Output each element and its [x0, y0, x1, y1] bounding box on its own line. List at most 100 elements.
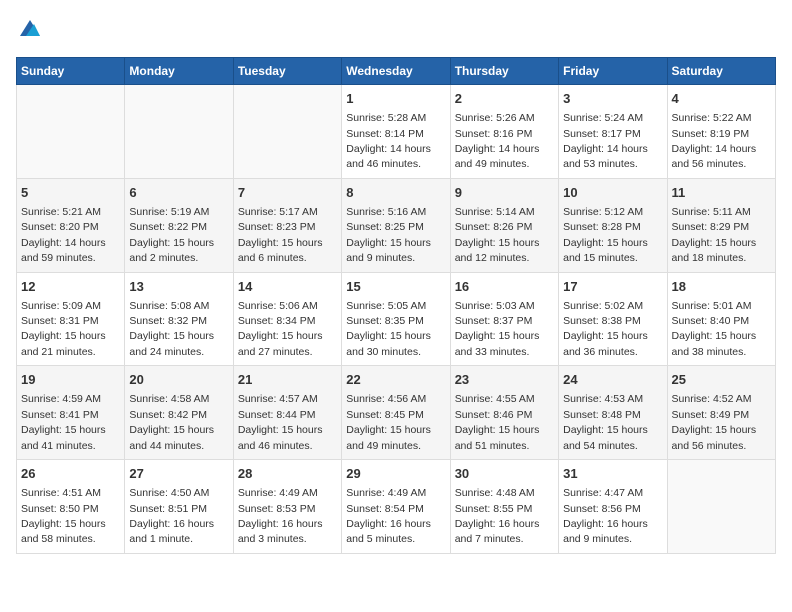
- calendar-cell: 1Sunrise: 5:28 AM Sunset: 8:14 PM Daylig…: [342, 85, 450, 179]
- calendar-cell: 30 Sunrise: 4:48 AM Sunset: 8:55 PM Dayli…: [450, 460, 558, 554]
- day-number: 19: [21, 371, 120, 389]
- calendar-cell: 29 Sunrise: 4:49 AM Sunset: 8:54 PM Dayli…: [342, 460, 450, 554]
- day-info: Sunrise: 5:09 AM Sunset: 8:31 PM Dayligh…: [21, 300, 106, 358]
- calendar-cell: 5 Sunrise: 5:21 AM Sunset: 8:20 PM Daylig…: [17, 178, 125, 272]
- calendar-week-row: 1Sunrise: 5:28 AM Sunset: 8:14 PM Daylig…: [17, 85, 776, 179]
- day-info: Sunrise: 5:02 AM Sunset: 8:38 PM Dayligh…: [563, 300, 648, 358]
- calendar-cell: 26 Sunrise: 4:51 AM Sunset: 8:50 PM Dayli…: [17, 460, 125, 554]
- day-info: Sunrise: 4:55 AM Sunset: 8:46 PM Dayligh…: [455, 393, 540, 451]
- day-info: Sunrise: 5:01 AM Sunset: 8:40 PM Dayligh…: [672, 300, 757, 358]
- calendar-week-row: 5 Sunrise: 5:21 AM Sunset: 8:20 PM Daylig…: [17, 178, 776, 272]
- calendar-cell: 20Sunrise: 4:58 AM Sunset: 8:42 PM Dayli…: [125, 366, 233, 460]
- day-info: Sunrise: 5:08 AM Sunset: 8:32 PM Dayligh…: [129, 300, 214, 358]
- day-header-monday: Monday: [125, 58, 233, 85]
- day-header-friday: Friday: [559, 58, 667, 85]
- day-info: Sunrise: 4:49 AM Sunset: 8:53 PM Dayligh…: [238, 487, 323, 545]
- calendar-table: SundayMondayTuesdayWednesdayThursdayFrid…: [16, 57, 776, 554]
- day-number: 24: [563, 371, 662, 389]
- calendar-cell: 28 Sunrise: 4:49 AM Sunset: 8:53 PM Dayli…: [233, 460, 341, 554]
- calendar-cell: [233, 85, 341, 179]
- day-number: 25: [672, 371, 771, 389]
- calendar-cell: 4Sunrise: 5:22 AM Sunset: 8:19 PM Daylig…: [667, 85, 775, 179]
- day-number: 27: [129, 465, 228, 483]
- day-number: 20: [129, 371, 228, 389]
- calendar-week-row: 26 Sunrise: 4:51 AM Sunset: 8:50 PM Dayli…: [17, 460, 776, 554]
- day-number: 9: [455, 184, 554, 202]
- day-number: 22: [346, 371, 445, 389]
- calendar-cell: 19 Sunrise: 4:59 AM Sunset: 8:41 PM Dayli…: [17, 366, 125, 460]
- calendar-cell: 21 Sunrise: 4:57 AM Sunset: 8:44 PM Dayli…: [233, 366, 341, 460]
- calendar-cell: 23 Sunrise: 4:55 AM Sunset: 8:46 PM Dayli…: [450, 366, 558, 460]
- calendar-header-row: SundayMondayTuesdayWednesdayThursdayFrid…: [17, 58, 776, 85]
- calendar-week-row: 12 Sunrise: 5:09 AM Sunset: 8:31 PM Dayli…: [17, 272, 776, 366]
- day-info: Sunrise: 5:19 AM Sunset: 8:22 PM Dayligh…: [129, 206, 214, 264]
- calendar-cell: 27 Sunrise: 4:50 AM Sunset: 8:51 PM Dayli…: [125, 460, 233, 554]
- calendar-cell: [125, 85, 233, 179]
- day-number: 15: [346, 278, 445, 296]
- day-number: 29: [346, 465, 445, 483]
- day-number: 26: [21, 465, 120, 483]
- day-info: Sunrise: 5:14 AM Sunset: 8:26 PM Dayligh…: [455, 206, 540, 264]
- logo-text: [16, 16, 42, 45]
- day-header-thursday: Thursday: [450, 58, 558, 85]
- calendar-cell: 7 Sunrise: 5:17 AM Sunset: 8:23 PM Daylig…: [233, 178, 341, 272]
- day-number: 13: [129, 278, 228, 296]
- day-number: 10: [563, 184, 662, 202]
- day-number: 14: [238, 278, 337, 296]
- calendar-cell: 17 Sunrise: 5:02 AM Sunset: 8:38 PM Dayli…: [559, 272, 667, 366]
- calendar-cell: 24 Sunrise: 4:53 AM Sunset: 8:48 PM Dayli…: [559, 366, 667, 460]
- day-info: Sunrise: 5:24 AM Sunset: 8:17 PM Dayligh…: [563, 112, 648, 170]
- calendar-cell: 12 Sunrise: 5:09 AM Sunset: 8:31 PM Dayli…: [17, 272, 125, 366]
- day-info: Sunrise: 5:03 AM Sunset: 8:37 PM Dayligh…: [455, 300, 540, 358]
- calendar-cell: 8 Sunrise: 5:16 AM Sunset: 8:25 PM Daylig…: [342, 178, 450, 272]
- day-number: 6: [129, 184, 228, 202]
- day-info: Sunrise: 5:26 AM Sunset: 8:16 PM Dayligh…: [455, 112, 540, 170]
- calendar-cell: [667, 460, 775, 554]
- calendar-cell: 11 Sunrise: 5:11 AM Sunset: 8:29 PM Dayli…: [667, 178, 775, 272]
- calendar-cell: 6 Sunrise: 5:19 AM Sunset: 8:22 PM Daylig…: [125, 178, 233, 272]
- day-info: Sunrise: 5:21 AM Sunset: 8:20 PM Dayligh…: [21, 206, 106, 264]
- day-info: Sunrise: 4:57 AM Sunset: 8:44 PM Dayligh…: [238, 393, 323, 451]
- calendar-cell: 18 Sunrise: 5:01 AM Sunset: 8:40 PM Dayli…: [667, 272, 775, 366]
- calendar-cell: 22 Sunrise: 4:56 AM Sunset: 8:45 PM Dayli…: [342, 366, 450, 460]
- day-number: 21: [238, 371, 337, 389]
- day-header-sunday: Sunday: [17, 58, 125, 85]
- day-number: 5: [21, 184, 120, 202]
- calendar-cell: 25Sunrise: 4:52 AM Sunset: 8:49 PM Dayli…: [667, 366, 775, 460]
- page-header: [16, 16, 776, 45]
- calendar-cell: 31Sunrise: 4:47 AM Sunset: 8:56 PM Dayli…: [559, 460, 667, 554]
- day-number: 7: [238, 184, 337, 202]
- day-header-saturday: Saturday: [667, 58, 775, 85]
- day-header-wednesday: Wednesday: [342, 58, 450, 85]
- day-number: 16: [455, 278, 554, 296]
- day-number: 11: [672, 184, 771, 202]
- day-number: 23: [455, 371, 554, 389]
- day-number: 18: [672, 278, 771, 296]
- day-info: Sunrise: 4:49 AM Sunset: 8:54 PM Dayligh…: [346, 487, 431, 545]
- day-number: 30: [455, 465, 554, 483]
- day-number: 2: [455, 90, 554, 108]
- day-info: Sunrise: 4:56 AM Sunset: 8:45 PM Dayligh…: [346, 393, 431, 451]
- logo-icon: [18, 16, 42, 40]
- day-info: Sunrise: 4:51 AM Sunset: 8:50 PM Dayligh…: [21, 487, 106, 545]
- calendar-cell: 13 Sunrise: 5:08 AM Sunset: 8:32 PM Dayli…: [125, 272, 233, 366]
- day-info: Sunrise: 5:11 AM Sunset: 8:29 PM Dayligh…: [672, 206, 757, 264]
- day-info: Sunrise: 5:05 AM Sunset: 8:35 PM Dayligh…: [346, 300, 431, 358]
- day-info: Sunrise: 4:47 AM Sunset: 8:56 PM Dayligh…: [563, 487, 648, 545]
- day-number: 1: [346, 90, 445, 108]
- calendar-cell: [17, 85, 125, 179]
- day-info: Sunrise: 4:48 AM Sunset: 8:55 PM Dayligh…: [455, 487, 540, 545]
- day-info: Sunrise: 4:53 AM Sunset: 8:48 PM Dayligh…: [563, 393, 648, 451]
- calendar-cell: 15 Sunrise: 5:05 AM Sunset: 8:35 PM Dayli…: [342, 272, 450, 366]
- day-number: 8: [346, 184, 445, 202]
- day-info: Sunrise: 4:59 AM Sunset: 8:41 PM Dayligh…: [21, 393, 106, 451]
- day-number: 28: [238, 465, 337, 483]
- day-info: Sunrise: 5:12 AM Sunset: 8:28 PM Dayligh…: [563, 206, 648, 264]
- day-number: 17: [563, 278, 662, 296]
- day-info: Sunrise: 5:17 AM Sunset: 8:23 PM Dayligh…: [238, 206, 323, 264]
- calendar-cell: 2 Sunrise: 5:26 AM Sunset: 8:16 PM Daylig…: [450, 85, 558, 179]
- day-number: 12: [21, 278, 120, 296]
- day-info: Sunrise: 4:50 AM Sunset: 8:51 PM Dayligh…: [129, 487, 214, 545]
- calendar-cell: 16 Sunrise: 5:03 AM Sunset: 8:37 PM Dayli…: [450, 272, 558, 366]
- day-info: Sunrise: 5:16 AM Sunset: 8:25 PM Dayligh…: [346, 206, 431, 264]
